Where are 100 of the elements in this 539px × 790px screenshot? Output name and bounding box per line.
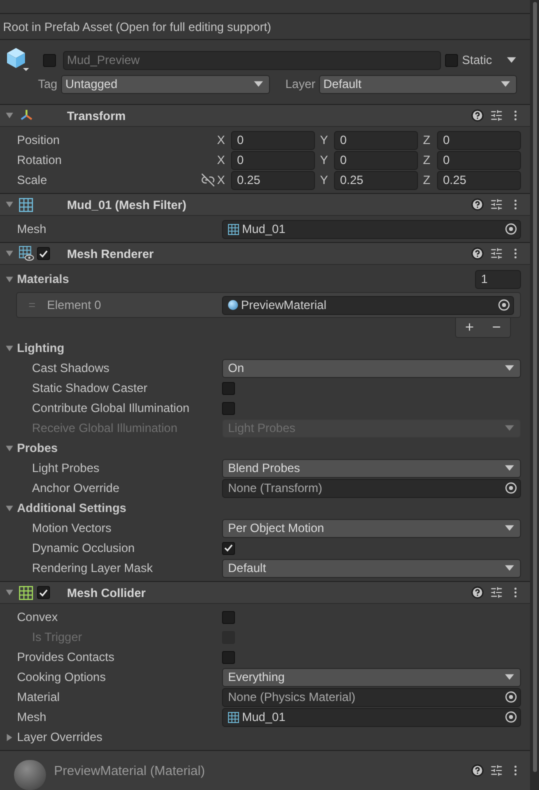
checkbox[interactable]: [222, 402, 235, 414]
foldout-arrow-icon[interactable]: [5, 444, 14, 452]
text-field[interactable]: 0: [437, 150, 521, 170]
object-field[interactable]: Mud_01: [222, 708, 521, 726]
axes-icon: [19, 108, 34, 123]
help-icon[interactable]: [471, 764, 484, 777]
field-label: Rotation: [17, 152, 62, 169]
dropdown[interactable]: Default: [222, 558, 521, 578]
foldout-arrow-icon[interactable]: [5, 111, 14, 120]
checkbox[interactable]: [222, 542, 235, 554]
section-label[interactable]: Probes: [17, 439, 58, 457]
field-label: Convex: [17, 609, 58, 626]
axis-label: X: [217, 172, 226, 189]
field-label: Light Probes: [32, 460, 100, 477]
section-label[interactable]: Layer Overrides: [17, 728, 102, 746]
remove-button[interactable]: −: [492, 320, 501, 335]
axis-label: Y: [320, 172, 330, 189]
text-field[interactable]: 0.25: [334, 170, 418, 190]
object-field[interactable]: None (Physics Material): [222, 688, 521, 706]
section-label[interactable]: Additional Settings: [17, 499, 126, 517]
help-icon[interactable]: [471, 586, 484, 599]
component-title: Transform: [67, 108, 126, 124]
foldout-arrow-icon[interactable]: [5, 732, 14, 742]
settings-icon[interactable]: [490, 109, 503, 122]
settings-icon[interactable]: [490, 198, 503, 211]
checkbox[interactable]: [444, 54, 458, 66]
component-header[interactable]: Mesh Renderer: [0, 243, 530, 265]
field-label: Position: [17, 132, 60, 149]
tag-dropdown[interactable]: Untagged: [61, 74, 270, 94]
scrollbar[interactable]: [530, 0, 539, 790]
field-label: Rendering Layer Mask: [32, 560, 153, 577]
object-picker-icon[interactable]: [505, 691, 517, 703]
dropdown-arrow-icon: [505, 365, 514, 371]
component-header[interactable]: Mesh Collider: [0, 582, 530, 604]
dropdown-arrow-icon: [505, 674, 514, 680]
object-picker-icon[interactable]: [498, 299, 510, 311]
settings-icon[interactable]: [490, 764, 503, 777]
component-header[interactable]: Transform: [0, 105, 530, 127]
axis-label: X: [217, 152, 226, 169]
checkbox[interactable]: [37, 247, 50, 260]
foldout-arrow-icon[interactable]: [5, 588, 14, 597]
settings-icon[interactable]: [490, 247, 503, 260]
help-icon[interactable]: [471, 109, 484, 122]
checkbox[interactable]: [222, 650, 235, 664]
object-field[interactable]: None (Transform): [222, 478, 521, 498]
axis-label: Y: [320, 152, 330, 169]
help-icon[interactable]: [471, 198, 484, 211]
text-field[interactable]: 0.25: [437, 170, 521, 190]
cube-icon[interactable]: [4, 47, 30, 73]
field-label: Mesh: [17, 221, 46, 238]
axis-label: Z: [423, 172, 432, 189]
field-label: Dynamic Occlusion: [32, 540, 135, 557]
dropdown-arrow-icon: [505, 525, 514, 531]
object-picker-icon[interactable]: [505, 482, 517, 494]
object-picker-icon[interactable]: [505, 223, 517, 235]
text-field[interactable]: 0: [437, 130, 521, 150]
checkmark-icon: [224, 544, 233, 552]
section-label[interactable]: Materials: [17, 270, 70, 288]
field-label: Motion Vectors: [32, 520, 112, 537]
field-label: Cast Shadows: [32, 360, 110, 377]
field-label: Material: [17, 689, 60, 706]
field-label: Contribute Global Illumination: [32, 400, 190, 417]
object-picker-icon[interactable]: [505, 711, 517, 723]
checkmark-icon: [39, 588, 48, 596]
object-field[interactable]: Mud_01: [222, 220, 521, 238]
foldout-arrow-icon[interactable]: [5, 504, 14, 512]
foldout-arrow-icon[interactable]: [5, 200, 14, 209]
text-field[interactable]: 0: [231, 150, 315, 170]
dropdown[interactable]: Per Object Motion: [222, 518, 521, 538]
dropdown[interactable]: Everything: [222, 668, 521, 686]
checkbox[interactable]: [222, 610, 235, 624]
dropdown[interactable]: On: [222, 358, 521, 378]
text-field[interactable]: 0: [231, 130, 315, 150]
text-field[interactable]: 0: [334, 150, 418, 170]
text-field[interactable]: 1: [475, 270, 521, 288]
layer-dropdown[interactable]: Default: [319, 74, 517, 94]
dropdown[interactable]: Blend Probes: [222, 458, 521, 478]
text-field[interactable]: 0: [334, 130, 418, 150]
layer-label: Layer: [285, 76, 316, 93]
prefab-notice: Root in Prefab Asset (Open for full editing support): [3, 18, 272, 36]
field-label: Scale: [17, 172, 48, 189]
settings-icon[interactable]: [490, 586, 503, 599]
checkbox[interactable]: [37, 586, 50, 599]
foldout-arrow-icon[interactable]: [5, 249, 14, 258]
component-title: Mesh Renderer: [67, 246, 154, 262]
foldout-arrow-icon[interactable]: [5, 274, 14, 284]
checkbox[interactable]: [222, 382, 235, 394]
text-field[interactable]: 0.25: [231, 170, 315, 190]
axis-label: Z: [423, 152, 432, 169]
checkmark-icon: [39, 250, 48, 258]
unlinked-chain-icon[interactable]: [201, 173, 215, 187]
add-button[interactable]: +: [465, 320, 474, 335]
field-label: Mesh: [17, 709, 46, 726]
checkbox[interactable]: [43, 54, 56, 66]
section-label[interactable]: Lighting: [17, 339, 64, 357]
component-header[interactable]: Mud_01 (Mesh Filter): [0, 194, 530, 216]
foldout-arrow-icon[interactable]: [5, 344, 14, 352]
object-field[interactable]: PreviewMaterial: [222, 296, 514, 314]
axis-label: Y: [320, 132, 330, 149]
help-icon[interactable]: [471, 247, 484, 260]
